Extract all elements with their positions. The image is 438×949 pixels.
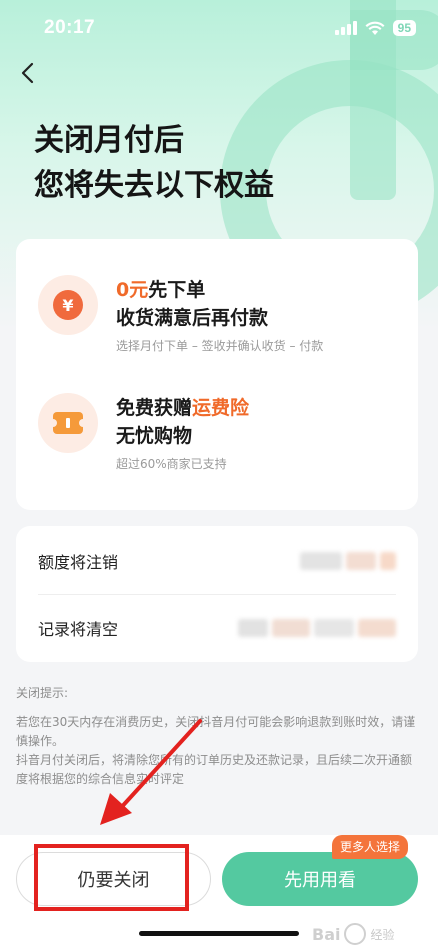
benefit-text: 免费获赠运费险 无忧购物 超过60%商家已支持 (116, 394, 249, 472)
close-notice: 关闭提示: 若您在30天内存在消费历史，关闭抖音月付可能会影响退款到账时效，请谨… (16, 684, 420, 789)
popular-badge: 更多人选择 (332, 835, 409, 859)
benefits-card: ¥ 0元先下单 收货满意后再付款 选择月付下单 – 签收并确认收货 – 付款 免… (16, 239, 418, 510)
try-first-button[interactable]: 先用用看 (222, 852, 418, 906)
benefit-highlight: 运费险 (192, 397, 250, 419)
bottom-action-bar: 仍要关闭 先用用看 更多人选择 Bai 经验 (0, 835, 438, 949)
wifi-icon (365, 21, 385, 35)
still-close-button[interactable]: 仍要关闭 (16, 852, 211, 906)
benefit-highlight: 0元 (116, 279, 149, 301)
loss-label: 记录将清空 (38, 619, 119, 639)
status-bar: 20:17 95 (0, 0, 438, 56)
notice-paragraph-1: 若您在30天内存在消费历史，关闭抖音月付可能会影响退款到账时效，请谨慎操作。 (16, 715, 416, 748)
ticket-icon (49, 412, 87, 434)
paw-logo-icon (344, 923, 367, 945)
chevron-left-icon (21, 62, 34, 84)
benefit-title: 0元先下单 (116, 279, 206, 301)
benefit-subtitle: 无忧购物 (116, 425, 193, 447)
back-button[interactable] (12, 58, 42, 88)
battery-icon: 95 (392, 20, 416, 36)
benefit-description: 超过60%商家已支持 (116, 457, 227, 471)
page-title-line1: 关闭月付后 (34, 123, 184, 158)
status-icons: 95 (334, 20, 416, 36)
loss-row-quota: 额度将注销 (38, 528, 396, 594)
baidu-watermark: Bai 经验 (312, 923, 395, 945)
page-title-line2: 您将失去以下权益 (34, 168, 274, 203)
home-indicator[interactable] (139, 931, 299, 936)
loss-label: 额度将注销 (38, 553, 119, 572)
yuan-coin-icon: ¥ (53, 290, 83, 320)
blurred-value (238, 618, 396, 637)
benefit-text: 0元先下单 收货满意后再付款 选择月付下单 – 签收并确认收货 – 付款 (116, 276, 323, 354)
benefit-title: 免费获赠运费险 (116, 397, 250, 419)
loss-card: 额度将注销 记录将清空 (16, 526, 418, 662)
notice-paragraph-2: 抖音月付关闭后，将清除您所有的订单历史及还款记录，且后续二次开通额度将根据您的综… (16, 753, 413, 786)
benefit-icon-bg: ¥ (38, 275, 98, 335)
cellular-signal-icon (334, 21, 357, 35)
notice-title: 关闭提示: (16, 686, 69, 700)
loss-row-records: 记录将清空 (38, 594, 396, 660)
benefit-description: 选择月付下单 – 签收并确认收货 – 付款 (116, 339, 324, 353)
blurred-value (300, 552, 396, 570)
page-title: 关闭月付后 您将失去以下权益 (34, 118, 274, 208)
status-time: 20:17 (44, 17, 96, 38)
benefit-subtitle: 收货满意后再付款 (116, 307, 269, 329)
benefit-icon-bg (38, 393, 98, 453)
